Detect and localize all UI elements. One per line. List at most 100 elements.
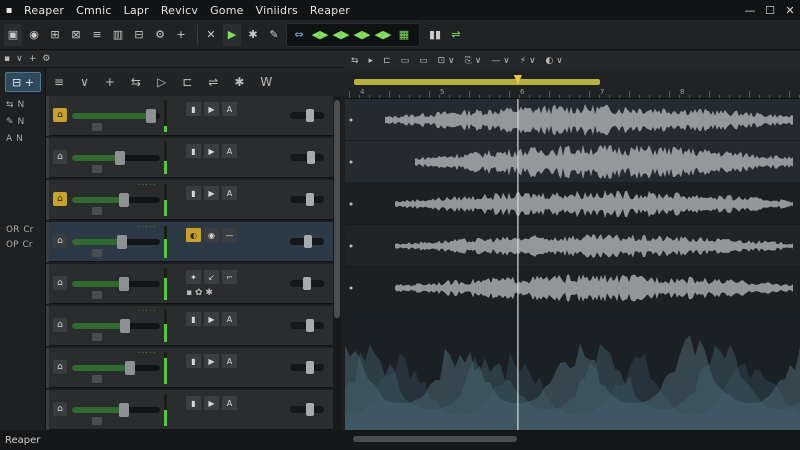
- track-arm-button[interactable]: ▶: [204, 354, 219, 368]
- route-icon[interactable]: ⇌: [447, 24, 465, 46]
- track-auto-button[interactable]: A: [222, 396, 237, 410]
- menu-viniidrs[interactable]: Viniidrs: [250, 4, 304, 17]
- track-auto-button[interactable]: A: [222, 102, 237, 116]
- side-row-1[interactable]: ⇆ N: [6, 98, 40, 112]
- arrange-scroll-thumb[interactable]: [353, 436, 517, 442]
- track-mini-button[interactable]: [92, 249, 102, 257]
- track-folder-icon[interactable]: ⌂: [53, 360, 67, 374]
- tcp-bracket-icon[interactable]: ⊏: [182, 75, 192, 89]
- volume-fader[interactable]: [72, 151, 160, 165]
- arrange-view[interactable]: ⇆ ▸ ⊏ ▭ ▭ ⊡ ∨ ⎘ ∨ — ∨ ⚡ ∨ ◐ ∨ 4 5 6 7 8: [345, 51, 800, 430]
- tcp-swap-icon[interactable]: ⇆: [131, 75, 141, 89]
- play-icon[interactable]: ▶: [223, 23, 241, 46]
- add-icon[interactable]: +: [29, 54, 37, 64]
- track-mute-button[interactable]: ▮: [186, 102, 201, 116]
- fader-knob[interactable]: [114, 151, 125, 165]
- side-row-3[interactable]: AN: [6, 132, 40, 146]
- pan-slider[interactable]: [290, 403, 324, 416]
- pan-knob[interactable]: [305, 403, 314, 416]
- meter-icon[interactable]: ▦: [395, 24, 413, 46]
- track-arm-button[interactable]: ▶: [204, 312, 219, 326]
- track-folder-icon[interactable]: ⌂: [53, 402, 67, 416]
- transport-icon-4[interactable]: ◀▶: [374, 24, 392, 46]
- arrange-tool-icon[interactable]: ▸: [369, 56, 374, 66]
- pencil-icon[interactable]: ✎: [265, 24, 283, 46]
- pan-knob[interactable]: [305, 109, 314, 122]
- fader-knob[interactable]: [120, 319, 131, 333]
- pan-knob[interactable]: [305, 361, 314, 374]
- track-folder-icon[interactable]: ⌂: [53, 318, 67, 332]
- pan-slider[interactable]: [290, 277, 324, 290]
- chevron-down-icon[interactable]: ∨: [16, 54, 23, 64]
- volume-fader[interactable]: [72, 193, 160, 207]
- menu-lapr[interactable]: Lapr: [118, 4, 155, 17]
- fader-knob[interactable]: [118, 193, 129, 207]
- tcp-route-icon[interactable]: ⇌: [208, 75, 218, 89]
- pan-knob[interactable]: [303, 277, 311, 290]
- volume-fader[interactable]: [72, 403, 160, 417]
- cross-icon[interactable]: ✕: [202, 24, 220, 46]
- track-mini-button[interactable]: [92, 375, 102, 383]
- pan-knob[interactable]: [306, 151, 315, 164]
- track-row[interactable]: ⌂ · · · · · ▮▶A: [46, 306, 336, 346]
- grid-icon[interactable]: ⊠: [67, 24, 85, 46]
- arrange-scrollbar[interactable]: [345, 430, 800, 450]
- volume-fader[interactable]: [72, 235, 160, 249]
- track-auto-button[interactable]: ⌐: [222, 270, 237, 284]
- menu-reaper-2[interactable]: Reaper: [304, 4, 356, 17]
- track-auto-button[interactable]: —: [222, 228, 237, 242]
- track-arm-button[interactable]: ↙: [204, 270, 219, 284]
- fader-knob[interactable]: [118, 403, 129, 417]
- track-row[interactable]: ⌂ · · · · · ▮▶A: [46, 348, 336, 388]
- volume-fader[interactable]: [72, 277, 160, 291]
- track-mute-button[interactable]: ▮: [186, 312, 201, 326]
- side-row-4[interactable]: OR Cr: [6, 223, 40, 237]
- arrange-tool-icon[interactable]: ⎘ ∨: [465, 56, 482, 66]
- track-arm-button[interactable]: ▶: [204, 102, 219, 116]
- panel-menu-icon[interactable]: ▪: [4, 54, 10, 64]
- transport-icon-1[interactable]: ◀▶: [311, 24, 329, 46]
- timeline-ruler[interactable]: 4 5 6 7 8: [345, 71, 800, 99]
- tcp-play-icon[interactable]: ▷: [157, 75, 166, 89]
- track-auto-button[interactable]: A: [222, 312, 237, 326]
- track-arm-button[interactable]: ◉: [204, 228, 219, 242]
- track-folder-icon[interactable]: ⌂: [53, 108, 67, 122]
- swap-icon[interactable]: ⇔: [290, 24, 308, 46]
- track-row[interactable]: ⌂ · · · · · ◐ ◉ —: [46, 222, 336, 262]
- arrange-tool-icon[interactable]: ⇆: [351, 56, 359, 66]
- fader-knob[interactable]: [117, 235, 128, 249]
- track-mini-button[interactable]: [92, 333, 102, 341]
- volume-fader[interactable]: [72, 361, 160, 375]
- arrange-tool-icon[interactable]: ▭: [419, 56, 428, 66]
- list-icon[interactable]: ≡: [88, 24, 106, 46]
- volume-fader[interactable]: [72, 319, 160, 333]
- transport-icon-2[interactable]: ◀▶: [332, 24, 350, 46]
- fx-icon[interactable]: ⚙: [151, 24, 169, 46]
- mixer-icon[interactable]: ⊞: [46, 24, 64, 46]
- track-arm-button[interactable]: ▶: [204, 186, 219, 200]
- level-bars-icon[interactable]: ▮▮: [426, 24, 444, 46]
- track-row[interactable]: ⌂ · · · · · ▮▶A: [46, 180, 336, 220]
- track-arm-button[interactable]: ▶: [204, 144, 219, 158]
- menu-cmnic[interactable]: Cmnic: [70, 4, 117, 17]
- plus-icon[interactable]: +: [172, 24, 190, 46]
- pan-knob[interactable]: [304, 235, 313, 248]
- layout-icon[interactable]: ⊟: [130, 24, 148, 46]
- track-auto-button[interactable]: A: [222, 354, 237, 368]
- tcp-chevron-icon[interactable]: ∨: [80, 75, 89, 89]
- maximize-icon[interactable]: ☐: [760, 0, 780, 20]
- track-mini-button[interactable]: [92, 165, 102, 173]
- track-arm-button[interactable]: ▶: [204, 396, 219, 410]
- pan-slider[interactable]: [290, 361, 324, 374]
- fader-knob[interactable]: [125, 361, 136, 375]
- close-icon[interactable]: ✕: [780, 0, 800, 20]
- track-mute-button[interactable]: ▮: [186, 144, 201, 158]
- track-panel-scrollbar[interactable]: [333, 96, 341, 430]
- menu-revicv[interactable]: Revicv: [155, 4, 204, 17]
- pan-slider[interactable]: [290, 151, 324, 164]
- loop-region[interactable]: [354, 79, 600, 85]
- track-mute-button[interactable]: ◐: [186, 228, 201, 242]
- track-row[interactable]: ⌂ ▮ ▶ A: [46, 96, 336, 136]
- track-row[interactable]: ⌂ ▮ ▶ A: [46, 138, 336, 178]
- track-mute-button[interactable]: ▮: [186, 354, 201, 368]
